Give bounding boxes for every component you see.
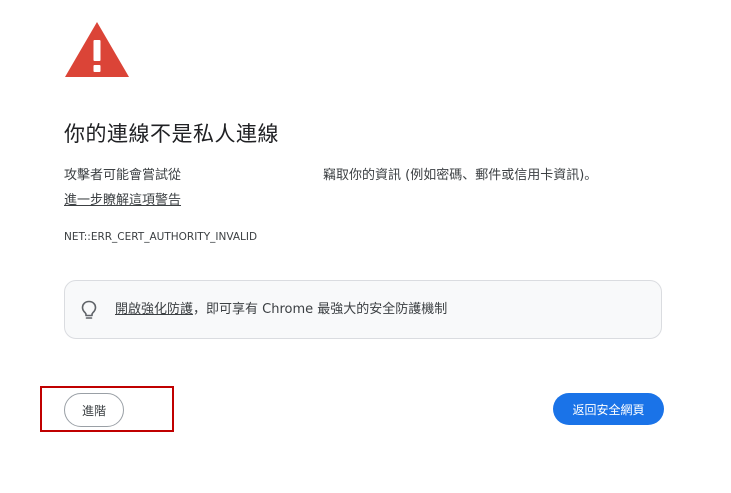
ssl-interstitial-page: 你的連線不是私人連線 攻擊者可能會嘗試從 竊取你的資訊 (例如密碼、郵件或信用卡資… [0, 0, 731, 493]
callout-text: 開啟強化防護，即可享有 Chrome 最強大的安全防護機制 [115, 300, 447, 320]
back-to-safety-button[interactable]: 返回安全網頁 [553, 393, 664, 425]
enhanced-protection-callout: 開啟強化防護，即可享有 Chrome 最強大的安全防護機制 [64, 280, 662, 339]
warning-description: 攻擊者可能會嘗試從 竊取你的資訊 (例如密碼、郵件或信用卡資訊)。 [64, 166, 674, 186]
callout-rest-text: ，即可享有 Chrome 最強大的安全防護機制 [193, 301, 448, 317]
warning-description-before: 攻擊者可能會嘗試從 [64, 168, 182, 183]
lightbulb-icon [81, 300, 97, 319]
learn-more-link[interactable]: 進一步瞭解這項警告 [64, 191, 181, 211]
warning-description-after: 竊取你的資訊 (例如密碼、郵件或信用卡資訊)。 [323, 168, 598, 183]
advanced-button[interactable]: 進階 [64, 393, 124, 427]
enable-enhanced-protection-link[interactable]: 開啟強化防護 [115, 302, 193, 317]
page-title: 你的連線不是私人連線 [64, 122, 279, 146]
error-code: NET::ERR_CERT_AUTHORITY_INVALID [64, 231, 258, 243]
warning-triangle-icon [65, 22, 129, 77]
